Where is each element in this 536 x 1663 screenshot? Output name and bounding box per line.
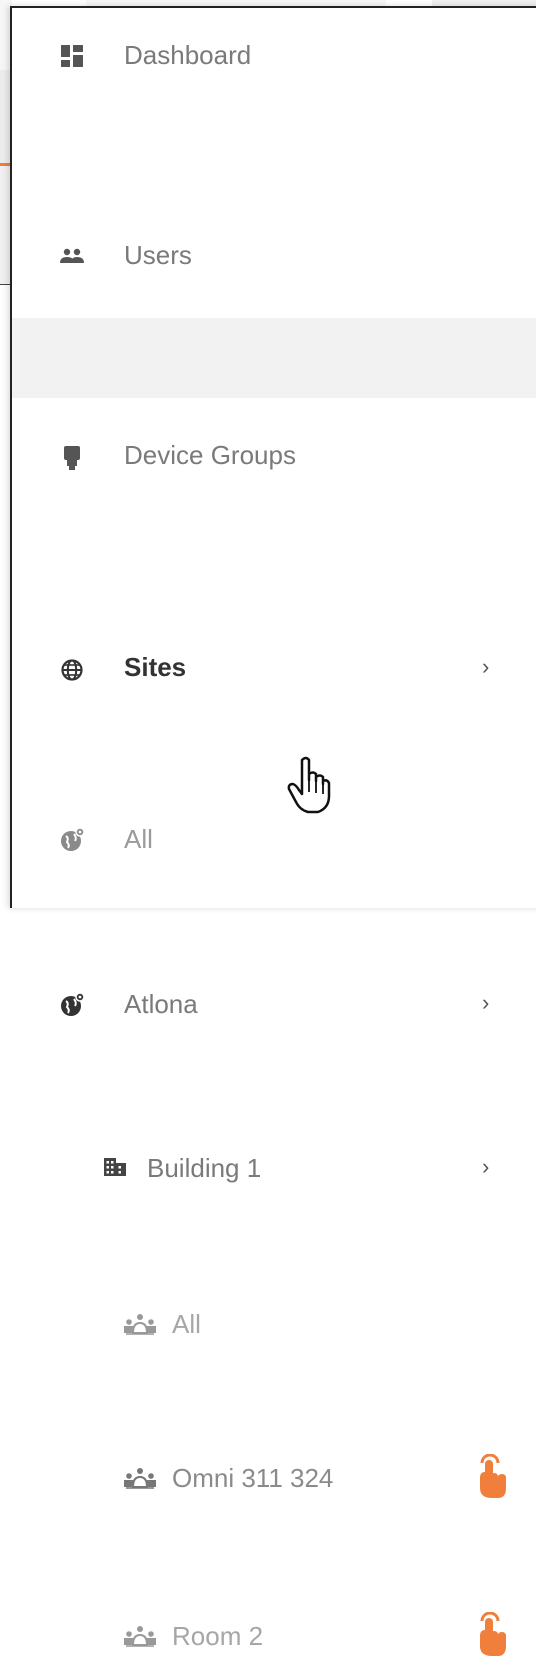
nav-item-site-atlona[interactable]: Atlona › (12, 486, 536, 1019)
room-people-icon (122, 1466, 158, 1490)
nav-item-label: Dashboard (124, 40, 252, 70)
navigation-drawer: Dashboard Users Device Groups Sites › Al… (10, 6, 536, 1656)
nav-item-label: Omni 311 324 (172, 1463, 334, 1493)
room-people-icon (122, 1624, 158, 1648)
chevron-right-icon: › (482, 1154, 490, 1179)
touch-hand-icon[interactable] (472, 1611, 512, 1658)
nav-item-device-groups[interactable]: Device Groups (12, 208, 536, 470)
nav-item-sites[interactable]: Sites › (12, 318, 536, 682)
nav-item-label: All (172, 1309, 201, 1339)
nav-item-label: Building 1 (147, 1153, 262, 1183)
dashboard-icon (60, 44, 84, 68)
nav-item-users[interactable]: Users (12, 108, 536, 270)
nav-item-building-1[interactable]: Building 1 › (12, 568, 536, 1183)
room-people-icon (122, 1312, 158, 1336)
nav-item-dashboard[interactable]: Dashboard (12, 8, 536, 108)
globe-pin-icon (60, 992, 86, 1018)
hand-pointer-cursor-icon (284, 756, 336, 816)
nav-item-label: Room 2 (172, 1621, 264, 1651)
nav-item-room-2[interactable]: Room 2 (12, 804, 536, 1656)
building-icon (102, 1156, 128, 1178)
nav-item-rooms-all[interactable]: All (12, 648, 536, 1339)
chevron-right-icon: › (482, 990, 490, 1015)
touch-hand-icon[interactable] (472, 1453, 512, 1500)
nav-item-sites-all[interactable]: All (12, 403, 536, 854)
nav-item-room-omni[interactable]: Omni 311 324 (12, 724, 536, 1498)
nav-item-label: Atlona (124, 989, 198, 1019)
